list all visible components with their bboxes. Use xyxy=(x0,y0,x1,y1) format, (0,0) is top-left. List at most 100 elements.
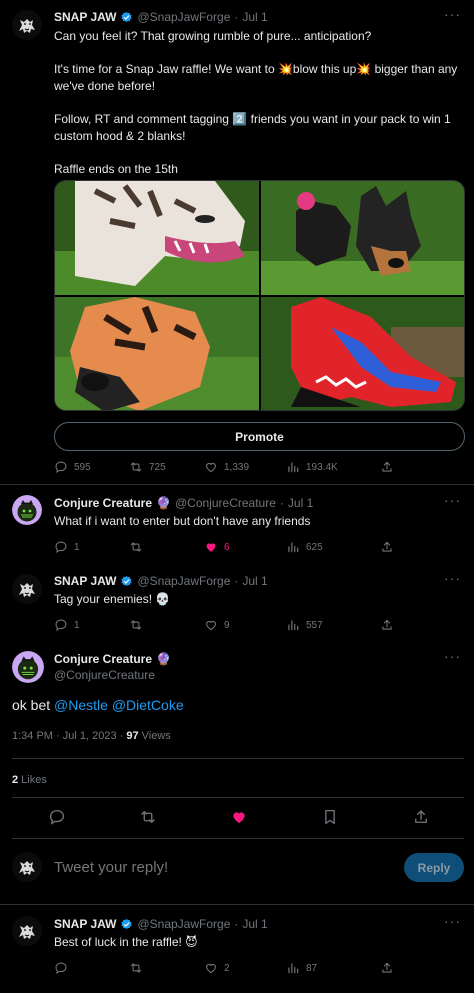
like-action[interactable]: 2 xyxy=(204,961,286,975)
views-icon xyxy=(286,618,300,632)
more-icon[interactable]: ··· xyxy=(444,648,461,664)
red-dragon-image xyxy=(260,296,464,410)
share-icon xyxy=(380,540,394,554)
mention-link[interactable]: @DietCoke xyxy=(112,697,184,713)
snapjaw-avatar[interactable] xyxy=(12,574,42,604)
separator-dot: · xyxy=(234,10,239,24)
promote-button[interactable]: Promote xyxy=(54,422,465,451)
reply-count: 1 xyxy=(74,541,80,553)
views-label: Views xyxy=(138,730,171,742)
bookmark-icon[interactable] xyxy=(321,808,339,826)
like-count: 9 xyxy=(224,619,230,631)
tweet-date[interactable]: Jul 1 xyxy=(242,917,267,931)
share-action[interactable] xyxy=(380,618,394,632)
divider xyxy=(12,797,464,798)
author-handle[interactable]: @ConjureCreature xyxy=(175,496,276,510)
separator-dot: · xyxy=(234,574,239,588)
author-name[interactable]: Conjure Creature xyxy=(54,496,152,510)
author-name[interactable]: SNAP JAW xyxy=(54,574,116,588)
heart-filled-icon[interactable] xyxy=(230,808,248,826)
comment-icon xyxy=(54,540,68,554)
author-name[interactable]: SNAP JAW xyxy=(54,917,116,931)
tweet-line-2b: blow this up xyxy=(292,62,357,76)
retweet-action[interactable]: 725 xyxy=(129,460,204,474)
reply-action[interactable] xyxy=(54,961,129,975)
more-icon[interactable]: ··· xyxy=(444,570,461,586)
verified-icon xyxy=(120,918,133,931)
shepherd-mask-image xyxy=(55,296,259,410)
retweet-icon xyxy=(129,460,143,474)
reply-input[interactable] xyxy=(54,856,384,878)
conjure-avatar[interactable] xyxy=(12,651,44,683)
conjure-avatar[interactable] xyxy=(12,495,42,525)
wolf-avatar-icon xyxy=(12,852,42,882)
media-shepherd-mask[interactable] xyxy=(55,296,259,410)
retweet-action[interactable] xyxy=(129,961,204,975)
mention-link[interactable]: @Nestle xyxy=(54,697,108,713)
snapjaw-avatar[interactable] xyxy=(12,916,42,946)
focused-text: ok bet @Nestle @DietCoke xyxy=(12,697,184,713)
likes-summary[interactable]: 2 Likes xyxy=(12,774,47,786)
like-action[interactable]: 9 xyxy=(204,618,286,632)
crystal-ball-badge: 🔮 xyxy=(156,496,171,510)
share-icon xyxy=(380,460,394,474)
tweet-line-1: Can you feel it? That growing rumble of … xyxy=(54,29,372,43)
focused-actions xyxy=(12,808,466,826)
share-action[interactable] xyxy=(380,540,394,554)
author-handle[interactable]: @SnapJawForge xyxy=(137,10,230,24)
tweet-date[interactable]: Jul 1 xyxy=(242,574,267,588)
author-handle[interactable]: @SnapJawForge xyxy=(137,574,230,588)
views-action[interactable]: 557 xyxy=(286,618,380,632)
reply2-actions: 1 9 557 xyxy=(54,618,466,632)
author-handle[interactable]: @ConjureCreature xyxy=(54,668,155,682)
views-count: 625 xyxy=(306,541,323,553)
comment-icon xyxy=(54,618,68,632)
author-name[interactable]: Conjure Creature xyxy=(54,652,152,666)
timestamp[interactable]: 1:34 PM · Jul 1, 2023 · xyxy=(12,730,126,742)
retweet-action[interactable] xyxy=(129,618,204,632)
more-icon[interactable]: ··· xyxy=(444,492,461,508)
share-action[interactable] xyxy=(380,961,394,975)
snapjaw-avatar[interactable] xyxy=(12,10,42,40)
views-action[interactable]: 193.4K xyxy=(286,460,380,474)
retweet-count: 725 xyxy=(149,461,166,473)
media-grid xyxy=(54,180,465,411)
share-action[interactable] xyxy=(380,460,394,474)
share-icon[interactable] xyxy=(412,808,430,826)
like-action[interactable]: 1,339 xyxy=(204,460,286,474)
my-avatar[interactable] xyxy=(12,852,42,882)
views-action[interactable]: 625 xyxy=(286,540,380,554)
heart-icon xyxy=(204,618,218,632)
retweet-icon[interactable] xyxy=(139,808,157,826)
media-tiger-mask[interactable] xyxy=(55,181,259,295)
tweet-date[interactable]: Jul 1 xyxy=(288,496,313,510)
comment-icon[interactable] xyxy=(48,808,66,826)
comment-icon xyxy=(54,460,68,474)
share-icon xyxy=(380,961,394,975)
views-action[interactable]: 87 xyxy=(286,961,380,975)
reply-action[interactable]: 1 xyxy=(54,618,129,632)
author-handle[interactable]: @SnapJawForge xyxy=(137,917,230,931)
reply-button[interactable]: Reply xyxy=(404,853,464,882)
views-count: 193.4K xyxy=(306,461,338,473)
tiger-mask-image xyxy=(55,181,259,295)
reply1-text: What if i want to enter but don't have a… xyxy=(54,514,311,528)
retweet-action[interactable] xyxy=(129,540,204,554)
divider xyxy=(0,904,474,905)
author-name[interactable]: SNAP JAW xyxy=(54,10,116,24)
more-icon[interactable]: ··· xyxy=(444,913,461,929)
tweet-paragraph-2: It's time for a Snap Jaw raffle! We want… xyxy=(54,61,466,95)
tweet-date[interactable]: Jul 1 xyxy=(242,10,267,24)
reply-action[interactable]: 1 xyxy=(54,540,129,554)
reply-action[interactable]: 595 xyxy=(54,460,129,474)
divider xyxy=(0,484,474,485)
heart-filled-icon xyxy=(204,540,218,554)
like-action[interactable]: 6 xyxy=(204,540,286,554)
media-red-dragon[interactable] xyxy=(260,296,464,410)
more-icon[interactable]: ··· xyxy=(444,6,461,22)
tweet-actions: 595 725 1,339 193.4K xyxy=(54,460,466,474)
focused-text-prefix: ok bet xyxy=(12,697,55,713)
retweet-icon xyxy=(129,961,143,975)
media-dobermans[interactable] xyxy=(260,181,464,295)
explosion-emoji: 💥 xyxy=(277,62,293,76)
